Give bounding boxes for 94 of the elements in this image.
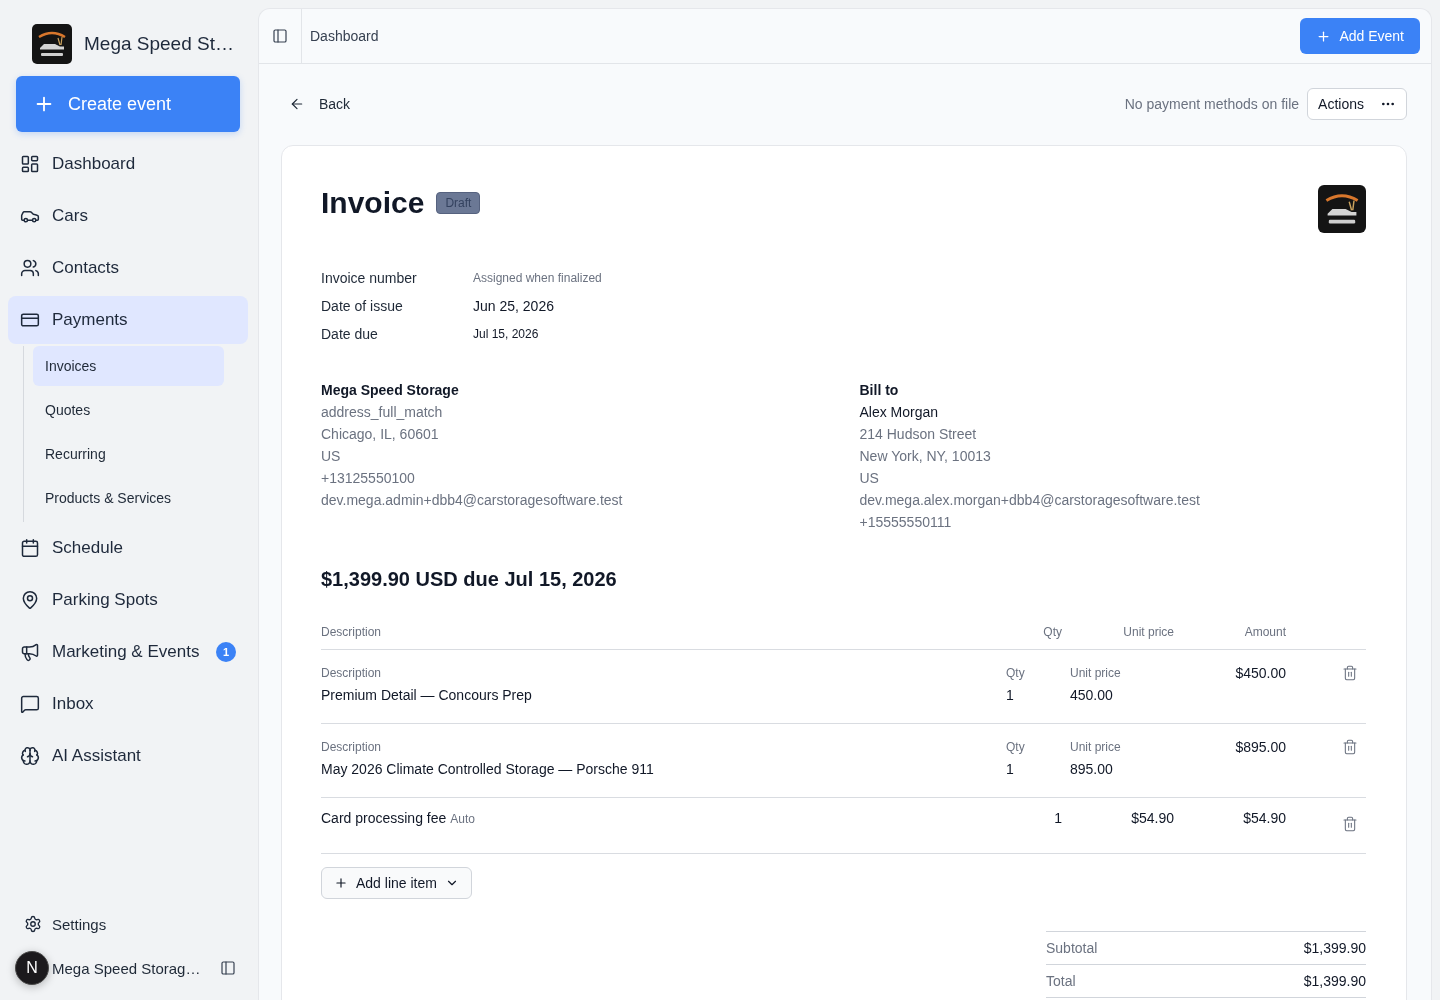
credit-card-icon (20, 310, 40, 330)
settings-link[interactable]: Settings (0, 904, 248, 944)
address-line: Chicago, IL, 60601 (321, 425, 440, 444)
meta-label: Date due (321, 326, 379, 342)
total-label: Total (1046, 973, 1076, 989)
total-value: $1,399.90 (1303, 973, 1366, 989)
column-header: Amount (1243, 625, 1286, 641)
nav-item[interactable]: Contacts (8, 244, 248, 292)
actions-button[interactable]: Actions (1307, 88, 1407, 120)
dev-tools-button[interactable]: N (15, 951, 49, 985)
field-label: Unit price (1070, 665, 1122, 681)
sidebar-toggle-button[interactable] (220, 960, 236, 976)
description-text: May 2026 Climate Controlled Storage — Porsche 911 (321, 760, 655, 779)
nav-item[interactable]: Parking Spots (8, 576, 248, 624)
address-line: +15555550111 (859, 513, 953, 532)
nav-item[interactable]: Marketing & Events 1 (8, 628, 248, 676)
address-line: dev.mega.alex.morgan+dbb4@carstoragesoftware.test (859, 491, 1201, 510)
customer-name: Alex Morgan (859, 403, 940, 422)
meta-value: Assigned when finalized (473, 271, 603, 285)
payment-note: No payment methods on file (1124, 96, 1300, 112)
nav-item[interactable]: Dashboard (8, 140, 248, 188)
bill-to-heading: Bill to (859, 381, 900, 400)
arrow-left-icon (289, 96, 305, 112)
amount-text: $895.00 (1234, 739, 1286, 757)
grid-icon (20, 154, 40, 174)
nav-item[interactable]: Schedule (8, 524, 248, 572)
address-line: New York, NY, 10013 (859, 447, 992, 466)
status-badge: Draft (436, 192, 481, 214)
panel-icon[interactable] (272, 28, 288, 44)
quantity-text: 1 (1006, 686, 1015, 705)
meta-label: Date of issue (321, 298, 404, 314)
total-value: $1,399.90 (1303, 940, 1366, 956)
address-line: US (859, 469, 880, 488)
people-icon (20, 258, 40, 278)
field-label: Unit price (1070, 739, 1122, 755)
field-label: Description (321, 739, 383, 755)
meta-value: Jul 15, 2026 (473, 327, 540, 341)
calendar-icon (20, 538, 40, 558)
auto-tag: Auto (450, 812, 475, 826)
amount-text: $54.90 (1242, 809, 1286, 828)
breadcrumb: Dashboard (309, 28, 379, 44)
nav-subitem[interactable]: Invoices (33, 346, 224, 386)
logo-icon (32, 24, 72, 64)
address-line: dev.mega.admin+dbb4@carstoragesoftware.test (321, 491, 624, 510)
nav-subitem[interactable]: Recurring (33, 434, 224, 474)
create-event-button[interactable]: Create event (16, 76, 240, 132)
field-label: Qty (1006, 739, 1026, 755)
address-line: 214 Hudson Street (859, 425, 978, 444)
column-header: Unit price (1122, 625, 1174, 641)
nav-item[interactable]: Cars (8, 192, 248, 240)
plus-icon (1316, 28, 1332, 44)
address-line: address_full_match (321, 403, 444, 422)
trash-icon[interactable] (1342, 739, 1358, 755)
nav-item[interactable]: Payments (8, 296, 248, 344)
brand-name: Mega Speed St… (84, 33, 234, 55)
unit-price-text: $54.90 (1130, 809, 1174, 828)
account-name: Mega Speed Storag… (52, 959, 201, 977)
count-badge: 1 (216, 642, 236, 662)
brain-icon (20, 746, 40, 766)
column-header: Qty (1042, 625, 1062, 641)
add-line-item-button[interactable]: Add line item (321, 867, 472, 899)
add-event-button[interactable]: Add Event (1300, 18, 1420, 54)
column-header: Description (321, 625, 383, 641)
nav-item[interactable]: Inbox (8, 680, 248, 728)
invoice-title: Invoice (321, 185, 425, 221)
amount-text: $450.00 (1234, 665, 1286, 683)
map-pin-icon (20, 590, 40, 610)
trash-icon[interactable] (1342, 665, 1358, 681)
megaphone-icon (20, 642, 40, 662)
unit-price-text: 450.00 (1070, 686, 1114, 705)
trash-icon[interactable] (1342, 816, 1358, 832)
nav-subitem[interactable]: Products & Services (33, 478, 224, 518)
nav-item[interactable]: AI Assistant (8, 732, 248, 780)
meta-label: Invoice number (321, 270, 418, 286)
quantity-text: 1 (1006, 760, 1015, 779)
field-label: Qty (1006, 665, 1026, 681)
description-text: Card processing fee (321, 809, 447, 828)
amount-due: $1,399.90 USD due Jul 15, 2026 (321, 567, 618, 591)
logo-icon (1318, 185, 1366, 233)
total-label: Subtotal (1046, 940, 1098, 956)
address-line: +13125550100 (321, 469, 416, 488)
nav-subitem[interactable]: Quotes (33, 390, 224, 430)
panel-icon (220, 960, 236, 976)
description-text: Premium Detail — Concours Prep (321, 686, 533, 705)
address-line: US (321, 447, 342, 466)
settings-icon (24, 915, 42, 933)
unit-price-text: 895.00 (1070, 760, 1114, 779)
company-name: Mega Speed Storage (321, 381, 460, 400)
plus-icon (334, 876, 348, 890)
quantity-text: 1 (1053, 809, 1062, 828)
meta-value: Jun 25, 2026 (473, 298, 555, 314)
chat-bubble-icon (20, 694, 40, 714)
field-label: Description (321, 665, 383, 681)
back-link[interactable]: Back (281, 88, 359, 120)
